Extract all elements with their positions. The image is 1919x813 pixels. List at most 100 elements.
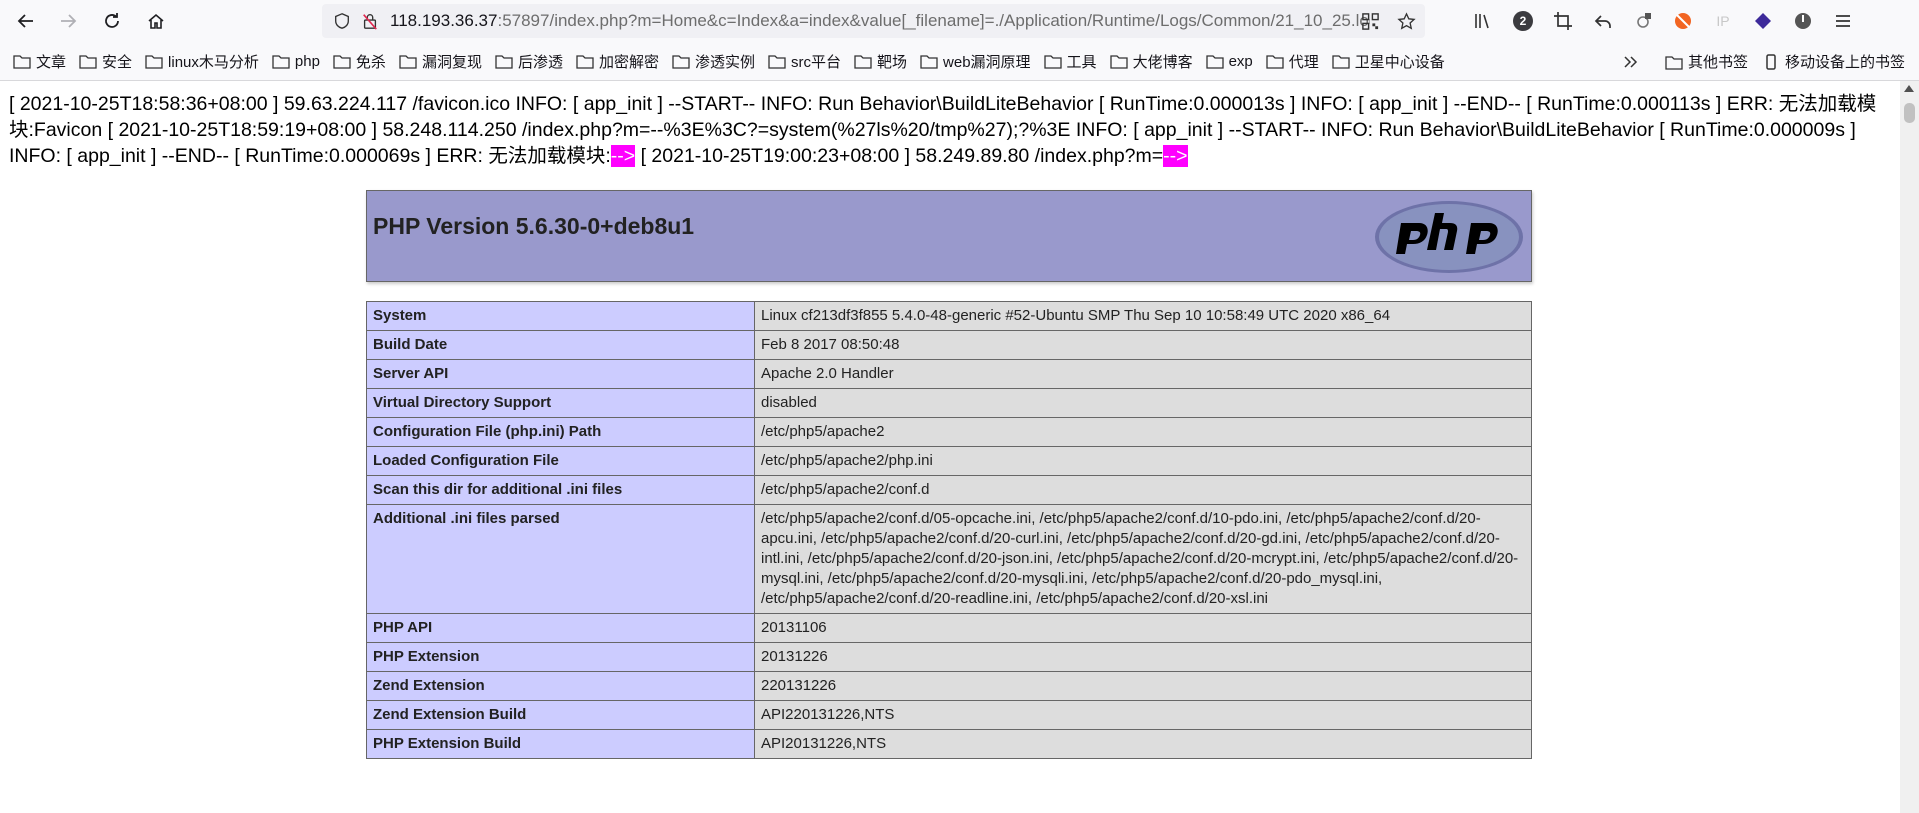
- bookmark-label: 文章: [36, 53, 67, 71]
- bookmark-folder[interactable]: 文章: [13, 51, 66, 72]
- row-value: API20131226,NTS: [754, 729, 1532, 759]
- row-value: API220131226,NTS: [754, 700, 1532, 730]
- table-row: Configuration File (php.ini) Path/etc/ph…: [366, 417, 1532, 447]
- page-content: [ 2021-10-25T18:58:36+08:00 ] 59.63.224.…: [0, 81, 1900, 813]
- table-row: Build Date Feb 8 2017 08:50:48: [366, 330, 1532, 360]
- bookmarks-overflow-button[interactable]: [1622, 54, 1645, 70]
- bookmark-label: 安全: [102, 53, 133, 71]
- bookmark-label: src平台: [791, 53, 841, 71]
- row-value: 220131226: [754, 671, 1532, 701]
- row-key: PHP Extension Build: [366, 729, 755, 759]
- bookmark-folder[interactable]: exp: [1205, 52, 1253, 70]
- bookmark-folder[interactable]: 大佬博客: [1109, 51, 1193, 72]
- folder-icon: [495, 55, 513, 69]
- menu-hamburger-icon[interactable]: [1830, 8, 1856, 34]
- folder-icon: [1109, 55, 1128, 69]
- row-value: Feb 8 2017 08:50:48: [754, 330, 1532, 360]
- circle-extension-icon[interactable]: [1790, 8, 1816, 34]
- arrow-left-icon: [17, 14, 33, 28]
- row-key: Zend Extension: [366, 671, 755, 701]
- bookmark-folder[interactable]: 代理: [1266, 51, 1319, 72]
- reload-button[interactable]: [98, 7, 126, 35]
- forward-button[interactable]: [54, 7, 82, 35]
- tab-count-badge[interactable]: 2: [1510, 8, 1536, 34]
- table-row: Scan this dir for additional .ini files /…: [366, 475, 1532, 505]
- row-key: PHP API: [366, 613, 755, 643]
- bookmark-label: 工具: [1066, 53, 1097, 71]
- home-button[interactable]: [142, 7, 170, 35]
- bookmark-folder[interactable]: 工具: [1043, 51, 1097, 72]
- row-key: Zend Extension Build: [366, 700, 755, 730]
- bookmark-star-icon[interactable]: [1395, 10, 1417, 32]
- log-output: [ 2021-10-25T18:58:36+08:00 ] 59.63.224.…: [9, 91, 1889, 169]
- table-row: Server API Apache 2.0 Handler: [366, 359, 1532, 389]
- bookmark-other[interactable]: 其他书签: [1665, 51, 1748, 72]
- log-highlight-1: -->: [610, 145, 636, 167]
- bookmark-folder[interactable]: 加密解密: [576, 51, 659, 72]
- home-icon: [148, 13, 164, 29]
- scrollbar-thumb[interactable]: [1904, 103, 1915, 123]
- row-value: /etc/php5/apache2/conf.d/05-opcache.ini,…: [754, 504, 1532, 614]
- bookmark-folder[interactable]: linux木马分析: [145, 51, 259, 72]
- bookmark-label: exp: [1228, 52, 1253, 70]
- bookmark-label: php: [294, 52, 320, 70]
- bookmark-folder[interactable]: src平台: [768, 51, 841, 72]
- folder-icon: [1043, 55, 1062, 69]
- bookmark-folder[interactable]: 免杀: [333, 51, 386, 72]
- row-value: /etc/php5/apache2/conf.d: [754, 475, 1532, 505]
- row-key: Scan this dir for additional .ini files: [366, 475, 755, 505]
- table-row: Virtual Directory Support disabled: [366, 388, 1532, 418]
- shield-icon[interactable]: [332, 11, 352, 31]
- qr-code-icon[interactable]: [1359, 10, 1381, 32]
- bookmark-folder[interactable]: 渗透实例: [672, 51, 755, 72]
- php-version-title: PHP Version 5.6.30-0+deb8u1: [373, 213, 695, 239]
- library-icon[interactable]: [1470, 8, 1496, 34]
- url-path: :57897/index.php?m=Home&c=Index&a=index&…: [497, 11, 1370, 30]
- table-row: Additional .ini files parsed/etc/php5/ap…: [366, 504, 1532, 614]
- folder-icon: [399, 55, 417, 69]
- bookmark-label: 大佬博客: [1132, 53, 1193, 71]
- folder-icon: [272, 55, 290, 69]
- bookmark-label: 免杀: [355, 53, 386, 71]
- table-row: Zend Extension 220131226: [366, 671, 1532, 701]
- row-value: 20131106: [754, 613, 1532, 643]
- purple-extension-icon[interactable]: [1750, 8, 1776, 34]
- folder-icon: [145, 55, 163, 69]
- row-value: /etc/php5/apache2/php.ini: [754, 446, 1532, 476]
- table-row: PHP API 20131106: [366, 613, 1532, 643]
- vertical-scrollbar[interactable]: [1900, 81, 1919, 813]
- row-value: /etc/php5/apache2: [754, 417, 1532, 447]
- folder-icon: [768, 55, 786, 69]
- extension-gear-icon[interactable]: [1630, 8, 1656, 34]
- url-text[interactable]: 118.193.36.37:57897/index.php?m=Home&c=I…: [390, 11, 1370, 31]
- bookmark-label: 代理: [1288, 53, 1319, 71]
- undo-arrow-icon[interactable]: [1590, 8, 1616, 34]
- folder-icon: [79, 55, 97, 69]
- folder-icon: [576, 55, 594, 69]
- bookmark-folder[interactable]: 漏洞复现: [399, 51, 482, 72]
- log-text-2: [ 2021-10-25T19:00:23+08:00 ] 58.249.89.…: [635, 145, 1164, 167]
- bookmark-folder[interactable]: 靶场: [854, 51, 907, 72]
- folder-icon: [1266, 55, 1284, 69]
- bookmark-folder[interactable]: php: [272, 53, 320, 70]
- reload-icon: [105, 13, 119, 28]
- phpinfo-header: PHP Version 5.6.30-0+deb8u1: [366, 190, 1532, 282]
- crop-icon[interactable]: [1550, 8, 1576, 34]
- bookmark-folder[interactable]: 安全: [79, 51, 132, 72]
- insecure-lock-icon[interactable]: [360, 11, 380, 31]
- scroll-up-arrow-icon[interactable]: [1904, 85, 1914, 92]
- row-key: Additional .ini files parsed: [366, 504, 755, 614]
- blocker-extension-icon[interactable]: [1670, 8, 1696, 34]
- back-button[interactable]: [12, 7, 40, 35]
- bookmark-label: 漏洞复现: [421, 53, 482, 71]
- bookmark-folder[interactable]: 后渗透: [495, 51, 563, 72]
- folder-icon: [13, 55, 31, 69]
- bookmark-folder[interactable]: web漏洞原理: [920, 51, 1031, 72]
- address-bar[interactable]: 118.193.36.37:57897/index.php?m=Home&c=I…: [322, 4, 1425, 38]
- bookmark-label: 渗透实例: [694, 53, 755, 71]
- ip-extension[interactable]: IP: [1710, 8, 1736, 34]
- bookmark-mobile[interactable]: 移动设备上的书签: [1762, 51, 1905, 72]
- bookmark-label: 移动设备上的书签: [1784, 54, 1905, 71]
- row-value: Linux cf213df3f855 5.4.0-48-generic #52-…: [754, 301, 1532, 331]
- bookmark-folder[interactable]: 卫星中心设备: [1332, 51, 1445, 72]
